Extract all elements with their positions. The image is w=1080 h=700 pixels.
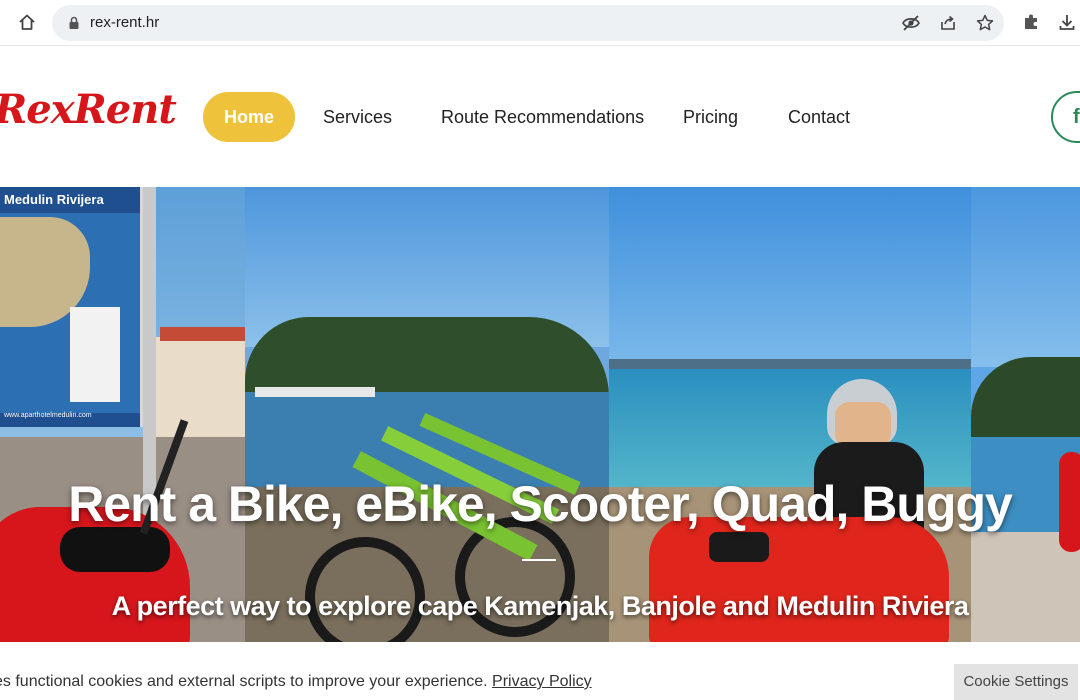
logo-part-2: Rent: [73, 86, 177, 133]
puzzle-icon[interactable]: [1020, 11, 1042, 33]
site-header: RexRent Home Services Route Recommendati…: [0, 47, 1080, 187]
logo-part-1: Rex: [0, 86, 75, 133]
site-logo[interactable]: RexRent: [0, 90, 177, 130]
address-bar[interactable]: rex-rent.hr: [52, 5, 1004, 41]
map-sign: Medulin Rivijera www.aparthotelmedulin.c…: [0, 187, 143, 427]
nav-route-recommendations[interactable]: Route Recommendations: [441, 92, 644, 142]
hero-banner: Medulin Rivijera www.aparthotelmedulin.c…: [0, 187, 1080, 642]
cookie-banner: es functional cookies and external scrip…: [0, 642, 1080, 700]
cookie-settings-button[interactable]: Cookie Settings: [954, 664, 1078, 700]
hero-divider: [522, 559, 556, 561]
nav-services[interactable]: Services: [323, 92, 392, 142]
hero-subtitle: A perfect way to explore cape Kamenjak, …: [111, 591, 969, 621]
map-sign-footer: www.aparthotelmedulin.com: [4, 412, 92, 419]
nav-pricing[interactable]: Pricing: [683, 92, 738, 142]
hero-title: Rent a Bike, eBike, Scooter, Quad, Buggy: [68, 476, 1013, 532]
star-icon[interactable]: [974, 12, 996, 34]
url-text: rex-rent.hr: [90, 14, 160, 31]
hero-photo-scooter: Medulin Rivijera www.aparthotelmedulin.c…: [0, 187, 245, 642]
cookie-message: es functional cookies and external scrip…: [0, 673, 592, 691]
lock-icon: [66, 15, 82, 31]
facebook-button[interactable]: f: [1051, 91, 1080, 143]
home-icon[interactable]: [14, 9, 40, 35]
hero-photo-quad: [609, 187, 971, 642]
eye-off-icon[interactable]: [900, 12, 922, 34]
hero-photo-ebikes: [245, 187, 609, 642]
nav-contact[interactable]: Contact: [788, 92, 850, 142]
download-icon[interactable]: [1056, 11, 1078, 33]
cookie-text: es functional cookies and external scrip…: [0, 673, 488, 690]
hero-photo-coast: [971, 187, 1080, 642]
nav-home[interactable]: Home: [203, 92, 295, 142]
browser-toolbar: rex-rent.hr: [0, 0, 1080, 46]
privacy-policy-link[interactable]: Privacy Policy: [492, 673, 592, 690]
map-sign-title: Medulin Rivijera: [4, 192, 104, 207]
share-icon[interactable]: [937, 12, 959, 34]
